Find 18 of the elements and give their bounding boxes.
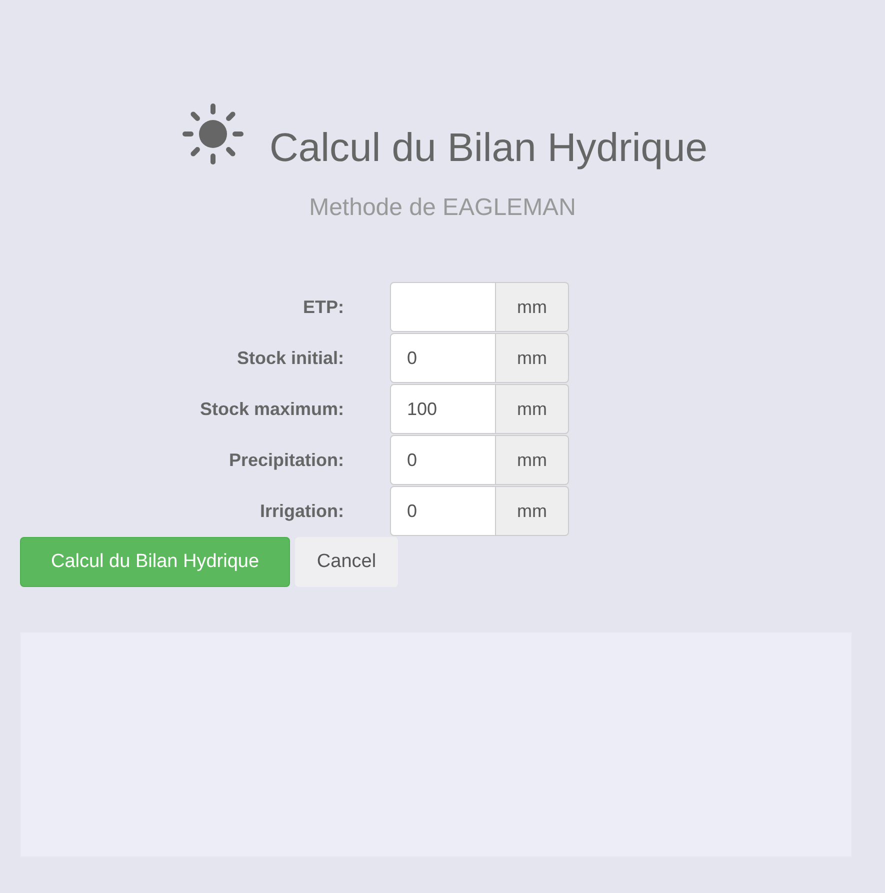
unit-addon: mm [496,486,569,536]
input-field[interactable]: 0 [390,333,496,383]
input-field[interactable]: 0 [390,435,496,485]
page-subtitle: Methode de EAGLEMAN [309,193,576,223]
cancel-button[interactable]: Cancel [295,537,398,587]
unit-addon: mm [496,384,569,434]
unit-addon: mm [496,333,569,383]
field-label: Precipitation: [228,448,344,472]
input-field[interactable] [390,282,496,332]
field-label: ETP: [302,296,344,318]
field-label: Irrigation: [259,500,344,523]
field-label: Stock initial: [236,346,344,370]
unit-addon: mm [496,435,569,485]
field-label: Stock maximum: [198,398,344,420]
page-title: Calcul du Bilan Hydrique [269,125,708,172]
unit-addon: mm [496,282,569,332]
input-field[interactable]: 100 [390,384,496,434]
input-field[interactable]: 0 [390,486,496,536]
